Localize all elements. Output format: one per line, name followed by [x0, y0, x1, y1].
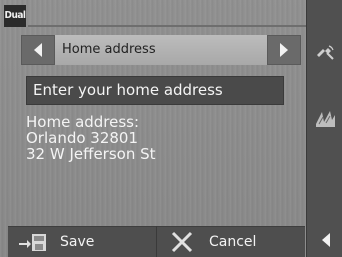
save-button[interactable]: Save: [8, 226, 155, 257]
address-line-1: Orlando 32801: [26, 129, 139, 147]
previous-button[interactable]: [21, 35, 55, 65]
next-button[interactable]: [267, 35, 301, 65]
enter-address-field[interactable]: Enter your home address: [26, 76, 284, 105]
right-sidebar: [306, 0, 342, 257]
arrow-right-icon: [280, 43, 288, 57]
back-button[interactable]: [318, 228, 334, 252]
header-divider: [28, 25, 306, 27]
arrow-left-icon: [34, 43, 42, 57]
address-heading: Home address:: [26, 113, 140, 131]
cancel-button[interactable]: Cancel: [156, 226, 300, 257]
map-icon[interactable]: [314, 108, 336, 130]
address-line-2: 32 W Jefferson St: [26, 145, 156, 163]
save-label: Save: [60, 233, 95, 250]
back-arrow-icon: [322, 233, 330, 247]
dual-logo: Dual: [4, 5, 26, 27]
cancel-icon: [171, 231, 193, 252]
save-icon: [19, 233, 46, 251]
cancel-label: Cancel: [209, 233, 257, 250]
satellite-icon[interactable]: [314, 42, 336, 64]
navigation-screen: Dual Home address Enter your home addres…: [0, 0, 342, 257]
page-title: Home address: [62, 42, 156, 57]
